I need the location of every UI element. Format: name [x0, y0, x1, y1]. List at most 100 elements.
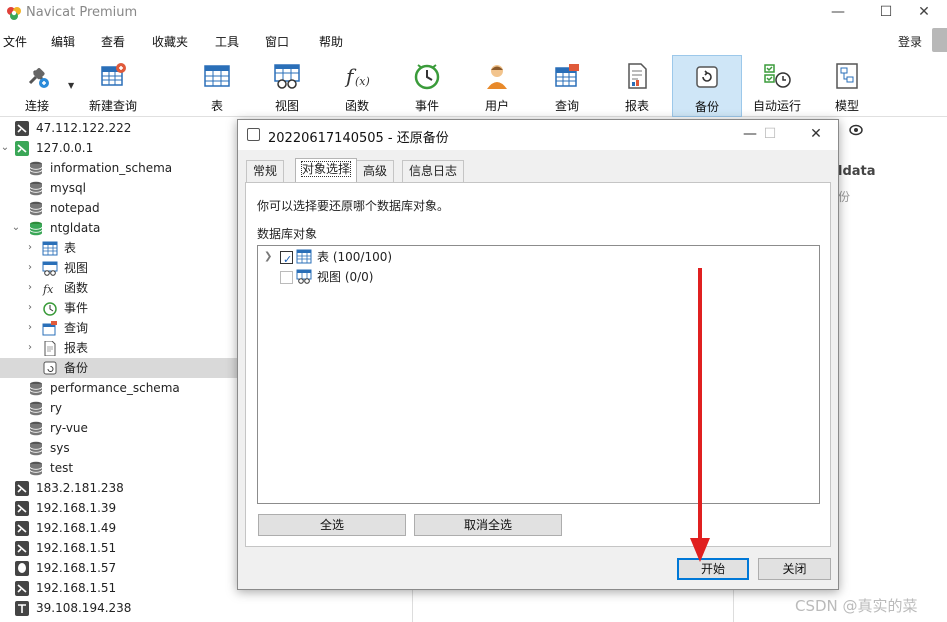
- tree-item[interactable]: 39.108.194.238: [0, 598, 237, 618]
- close-button[interactable]: ✕: [901, 0, 947, 26]
- toolbar-label: 连接: [24, 99, 49, 113]
- toolbar: 连接 ▼ 新建查询 表 视图 f (x) 函数 事件 用户 查询 报表 备份 自动…: [0, 55, 947, 117]
- tab-log[interactable]: 信息日志: [402, 160, 465, 182]
- tree-item[interactable]: information_schema: [0, 158, 237, 178]
- toolbar-new-query-button[interactable]: 新建查询: [78, 55, 148, 117]
- tree-item-label: sys: [50, 441, 70, 455]
- database-open-icon: [28, 221, 44, 236]
- tree-item[interactable]: 192.168.1.39: [0, 498, 237, 518]
- eye-icon[interactable]: [849, 124, 863, 136]
- toolbar-user-button[interactable]: 用户: [462, 55, 532, 117]
- expand-icon[interactable]: ›: [25, 238, 35, 258]
- views-checkbox[interactable]: [280, 271, 293, 284]
- avatar[interactable]: [932, 28, 947, 52]
- collapse-icon[interactable]: ⌄: [11, 218, 21, 238]
- tree-item[interactable]: ⌄ ntgldata: [0, 218, 237, 238]
- tab-general[interactable]: 常规: [246, 160, 285, 182]
- toolbar-automation-button[interactable]: 自动运行: [742, 55, 812, 117]
- expand-icon[interactable]: ›: [25, 278, 35, 298]
- toolbar-label: 自动运行: [752, 99, 801, 113]
- start-button[interactable]: 开始: [677, 558, 749, 580]
- restore-backup-dialog: 20220617140505 - 还原备份 — ☐ ✕ 常规 对象选择 高级 信…: [237, 119, 839, 590]
- tree-item-label: ntgldata: [50, 221, 101, 235]
- tree-item[interactable]: 192.168.1.49: [0, 518, 237, 538]
- login-link[interactable]: 登录: [898, 33, 922, 50]
- tree-item[interactable]: 183.2.181.238: [0, 478, 237, 498]
- toolbar-label: 用户: [484, 99, 509, 113]
- collapse-icon[interactable]: ⌄: [0, 138, 10, 158]
- expand-icon[interactable]: ❯: [264, 247, 272, 267]
- event-icon: [42, 301, 58, 316]
- dialog-close-button[interactable]: ✕: [796, 120, 836, 150]
- toolbar-event-button[interactable]: 事件: [392, 55, 462, 117]
- toolbar-view-button[interactable]: 视图: [252, 55, 322, 117]
- tree-item[interactable]: performance_schema: [0, 378, 237, 398]
- tree-item[interactable]: 47.112.122.222: [0, 118, 237, 138]
- toolbar-model-button[interactable]: 模型: [812, 55, 882, 117]
- database-icon: [28, 401, 44, 416]
- menu-file[interactable]: 文件: [3, 33, 27, 50]
- tree-item[interactable]: › 报表: [0, 338, 237, 358]
- connect-dropdown-icon[interactable]: ▼: [68, 81, 74, 90]
- toolbar-label: 模型: [834, 99, 859, 113]
- toolbar-label: 新建查询: [88, 99, 137, 113]
- tree-item[interactable]: ry-vue: [0, 418, 237, 438]
- toolbar-connect-button[interactable]: 连接: [2, 55, 72, 117]
- function-icon: f (x): [344, 64, 370, 88]
- tree-item-label: 127.0.0.1: [36, 141, 94, 155]
- tree-item[interactable]: mysql: [0, 178, 237, 198]
- toolbar-query-button[interactable]: 查询: [532, 55, 602, 117]
- view-icon: [274, 64, 300, 89]
- database-icon: [28, 441, 44, 456]
- tab-object-selection[interactable]: 对象选择: [295, 158, 358, 182]
- tree-item[interactable]: › 表: [0, 238, 237, 258]
- database-icon: [28, 181, 44, 196]
- toolbar-report-button[interactable]: 报表: [602, 55, 672, 117]
- minimize-button[interactable]: —: [815, 0, 861, 26]
- menu-favorites[interactable]: 收藏夹: [152, 33, 188, 50]
- event-icon: [414, 64, 440, 90]
- toolbar-label: 报表: [624, 99, 649, 113]
- tree-item[interactable]: notepad: [0, 198, 237, 218]
- deselect-all-button[interactable]: 取消全选: [414, 514, 562, 536]
- menu-help[interactable]: 帮助: [319, 33, 343, 50]
- object-list[interactable]: ❯ ✓ 表 (100/100) 视图 (0/0): [257, 245, 820, 504]
- backup-icon: [247, 128, 260, 141]
- app-title: Navicat Premium: [26, 5, 138, 20]
- tree-item[interactable]: › 查询: [0, 318, 237, 338]
- tree-item[interactable]: › 事件: [0, 298, 237, 318]
- menu-edit[interactable]: 编辑: [51, 33, 75, 50]
- menu-tools[interactable]: 工具: [215, 33, 239, 50]
- server-icon: [14, 541, 30, 556]
- tree-item[interactable]: 备份: [0, 358, 237, 378]
- tree-item[interactable]: › fx 函数: [0, 278, 237, 298]
- server-icon: [14, 121, 30, 136]
- tree-item-label: 报表: [64, 341, 89, 355]
- toolbar-backup-button[interactable]: 备份: [672, 55, 742, 117]
- tree-item[interactable]: 192.168.1.51: [0, 578, 237, 598]
- menu-bar: 文件 编辑 查看 收藏夹 工具 窗口 帮助: [0, 30, 947, 52]
- tree-item[interactable]: › 视图: [0, 258, 237, 278]
- toolbar-function-button[interactable]: f (x) 函数: [322, 55, 392, 117]
- object-row-tables[interactable]: ❯ ✓ 表 (100/100): [258, 247, 819, 267]
- object-row-views[interactable]: 视图 (0/0): [258, 267, 819, 287]
- tables-checkbox[interactable]: ✓: [280, 251, 293, 266]
- tree-item[interactable]: ⌄ 127.0.0.1: [0, 138, 237, 158]
- expand-icon[interactable]: ›: [25, 338, 35, 358]
- expand-icon[interactable]: ›: [25, 298, 35, 318]
- annotation-arrow-shaft: [698, 268, 702, 548]
- expand-icon[interactable]: ›: [25, 258, 35, 278]
- select-all-button[interactable]: 全选: [258, 514, 406, 536]
- tree-item[interactable]: 192.168.1.57: [0, 558, 237, 578]
- close-dialog-button[interactable]: 关闭: [758, 558, 831, 580]
- menu-window[interactable]: 窗口: [265, 33, 289, 50]
- tree-item[interactable]: ry: [0, 398, 237, 418]
- tree-item[interactable]: 192.168.1.51: [0, 538, 237, 558]
- expand-icon[interactable]: ›: [25, 318, 35, 338]
- tree-item[interactable]: test: [0, 458, 237, 478]
- tab-advanced[interactable]: 高级: [356, 160, 395, 182]
- toolbar-table-button[interactable]: 表: [182, 55, 252, 117]
- menu-view[interactable]: 查看: [101, 33, 125, 50]
- backup-icon: [42, 361, 58, 376]
- tree-item[interactable]: sys: [0, 438, 237, 458]
